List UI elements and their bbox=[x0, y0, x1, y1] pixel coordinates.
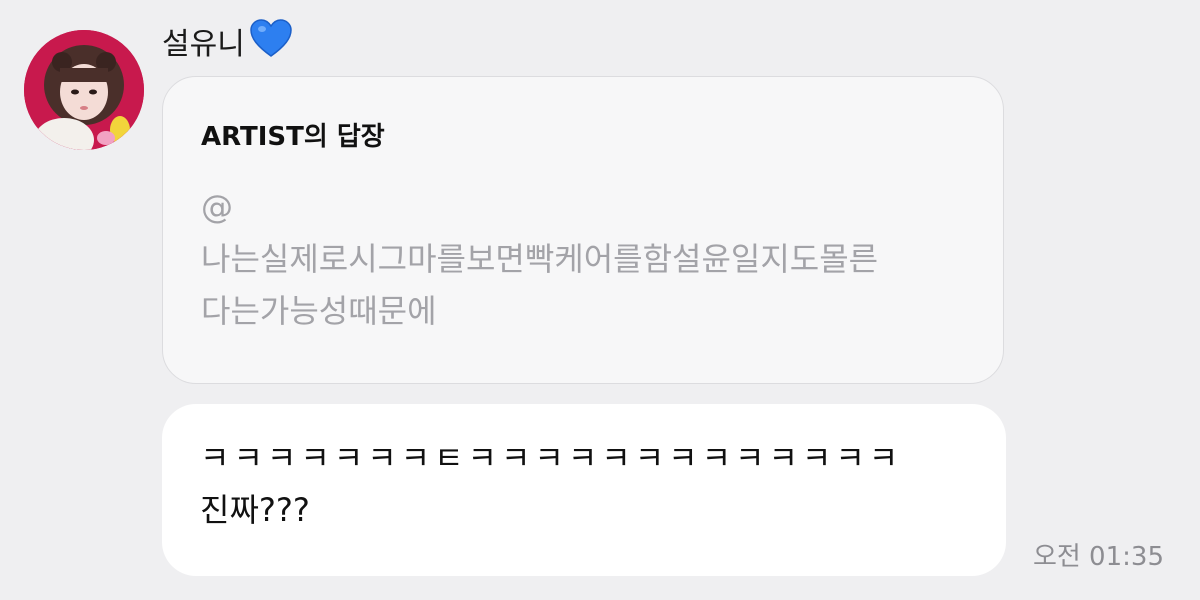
blue-heart-icon bbox=[249, 18, 293, 71]
quote-line: 다는가능성때문에 bbox=[201, 292, 437, 330]
message-timestamp: 오전 01:35 bbox=[1032, 542, 1164, 572]
message-line: 진짜??? bbox=[200, 491, 310, 529]
message-line: ㅋㅋㅋㅋㅋㅋㅋㅌㅋㅋㅋㅋㅋㅋㅋㅋㅋㅋㅋㅋㅋ bbox=[200, 439, 903, 477]
reply-quote: @ 나는실제로시그마를보면빡케어를함설윤일지도몰른 다는가능성때문에 bbox=[201, 181, 981, 337]
reply-bubble[interactable]: ARTIST의 답장 @ 나는실제로시그마를보면빡케어를함설윤일지도몰른 다는가… bbox=[162, 76, 1004, 384]
reply-title: ARTIST의 답장 bbox=[201, 122, 385, 152]
quote-line: @ bbox=[201, 188, 233, 226]
message-text: ㅋㅋㅋㅋㅋㅋㅋㅌㅋㅋㅋㅋㅋㅋㅋㅋㅋㅋㅋㅋㅋ 진짜??? bbox=[200, 432, 902, 536]
sender-name: 설유니 bbox=[162, 26, 245, 62]
avatar[interactable] bbox=[24, 30, 144, 150]
quote-line: 나는실제로시그마를보면빡케어를함설윤일지도몰른 bbox=[201, 240, 879, 278]
message-bubble[interactable]: ㅋㅋㅋㅋㅋㅋㅋㅌㅋㅋㅋㅋㅋㅋㅋㅋㅋㅋㅋㅋㅋ 진짜??? bbox=[162, 404, 1006, 576]
avatar-photo bbox=[24, 30, 144, 150]
sender-name-row: 설유니 bbox=[162, 18, 293, 71]
